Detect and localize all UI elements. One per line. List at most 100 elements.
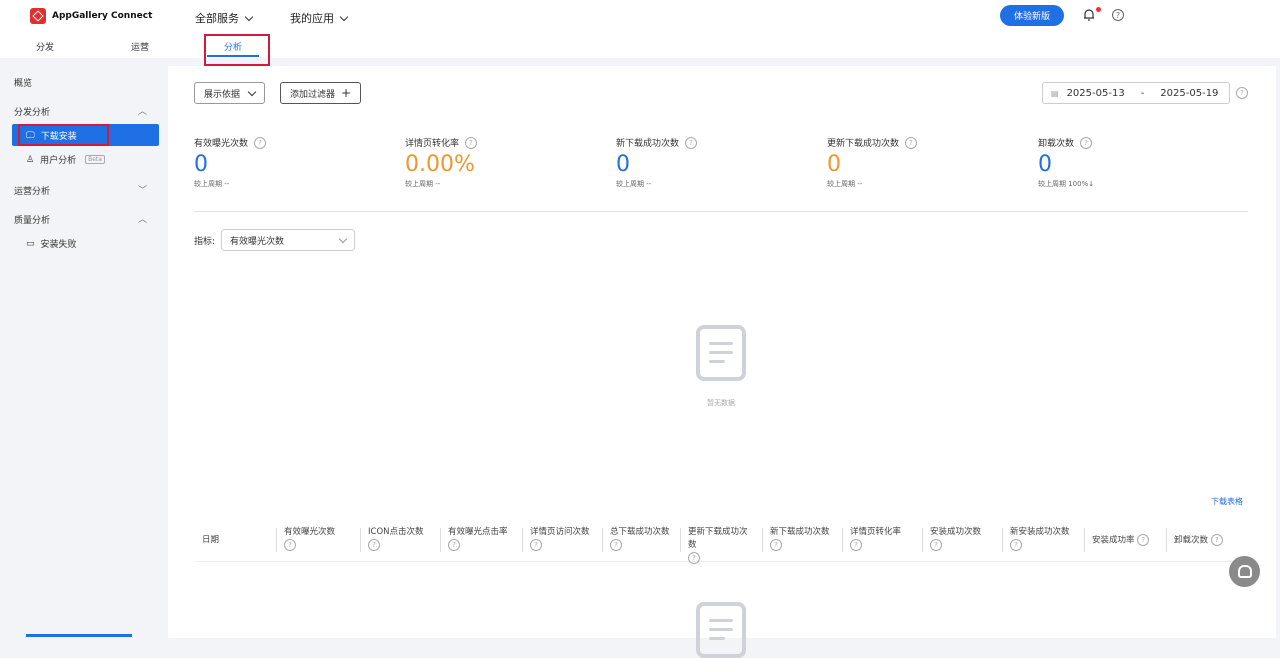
try-new-version-button[interactable]: 体验新版 — [1000, 5, 1064, 26]
brand-name: AppGallery Connect — [52, 11, 153, 21]
help-icon[interactable]: ? — [905, 136, 918, 149]
notification-bell-icon[interactable] — [1083, 8, 1095, 21]
date-end: 2025-05-19 — [1160, 87, 1219, 99]
help-icon[interactable]: ? — [930, 539, 942, 551]
help-icon[interactable]: ? — [770, 539, 782, 551]
empty-state-text: 暂无数据 — [707, 399, 735, 407]
sidebar-group-distribution[interactable]: 分发分析 — [14, 105, 50, 118]
help-icon[interactable]: ? — [1236, 87, 1248, 99]
plus-icon: + — [341, 86, 352, 100]
col-header[interactable]: ICON点击次数? — [360, 520, 440, 561]
display-by-dropdown[interactable]: 展示依据 — [194, 82, 266, 104]
metric-card: 新下载成功次数? 0 较上周期 -- — [616, 136, 816, 189]
sidebar-bottom-bar — [26, 634, 132, 637]
col-header[interactable]: 安装成功次数? — [922, 520, 1002, 561]
indicator-select[interactable]: 有效曝光次数 — [221, 229, 356, 251]
metric-label: 卸载次数 — [1038, 139, 1075, 149]
divider — [194, 211, 1248, 212]
col-date: 日期 — [202, 535, 220, 545]
col-label: 卸载次数 — [1174, 535, 1209, 546]
sidebar-item-label: 安装失败 — [40, 240, 77, 250]
chevron-down-icon — [247, 87, 257, 96]
help-icon[interactable]: ? — [850, 539, 862, 551]
col-label: ICON点击次数 — [368, 527, 424, 537]
col-header[interactable]: 安装成功率 ? — [1084, 520, 1166, 561]
metric-value: 0 — [1038, 152, 1052, 177]
help-icon[interactable]: ? — [368, 539, 380, 551]
sidebar-group-quality[interactable]: 质量分析 — [14, 213, 50, 226]
col-label: 新下载成功次数 — [770, 527, 830, 537]
metric-card: 卸载次数? 0 较上周期 100%↓ — [1038, 136, 1238, 189]
indicator-row: 指标: 有效曝光次数 — [194, 229, 356, 251]
all-services-menu[interactable]: 全部服务 — [195, 10, 254, 26]
chevron-down-icon — [338, 234, 348, 243]
col-label: 有效曝光次数 — [284, 527, 336, 537]
chevron-down-icon — [339, 12, 349, 21]
col-header[interactable]: 详情页转化率? — [842, 520, 922, 561]
metric-compare: 较上周期 -- — [616, 180, 652, 188]
sidebar-group-operations[interactable]: 运营分析 — [14, 184, 50, 197]
metric-compare: 较上周期 -- — [194, 180, 230, 188]
col-header[interactable]: 详情页访问次数? — [522, 520, 602, 561]
col-header[interactable]: 有效曝光次数? — [276, 520, 360, 561]
chevron-up-icon[interactable]: ︿ — [138, 212, 147, 225]
sidebar-item-overview[interactable]: 概览 — [14, 76, 32, 89]
col-header[interactable]: 有效曝光点击率? — [440, 520, 522, 561]
notification-dot — [1096, 7, 1101, 12]
appgallery-logo-icon — [30, 8, 46, 24]
col-header[interactable]: 卸载次数 ? — [1166, 520, 1228, 561]
metric-label: 新下载成功次数 — [616, 139, 680, 149]
main-content: 展示依据 添加过滤器 + ▤ 2025-05-13 - 2025-05-19 ? … — [168, 66, 1276, 658]
help-icon[interactable]: ? — [448, 539, 460, 551]
date-range-picker[interactable]: ▤ 2025-05-13 - 2025-05-19 — [1042, 82, 1230, 104]
chevron-down-icon — [244, 12, 254, 21]
help-icon[interactable]: ? — [254, 136, 267, 149]
metric-value: 0 — [194, 152, 208, 177]
calendar-icon: ▤ — [1051, 88, 1059, 98]
logo[interactable]: AppGallery Connect — [30, 8, 152, 24]
help-icon[interactable]: ? — [1080, 136, 1093, 149]
empty-document-icon — [696, 602, 746, 658]
download-table-link[interactable]: 下载表格 — [1211, 496, 1243, 507]
help-icon[interactable]: ? — [1112, 9, 1124, 21]
help-icon[interactable]: ? — [688, 552, 700, 564]
sidebar-item-install-fail[interactable]: ▭ 安装失败 — [26, 237, 77, 251]
metric-compare: 较上周期 100%↓ — [1038, 180, 1095, 188]
install-fail-icon: ▭ — [26, 238, 35, 249]
indicator-label: 指标: — [194, 236, 216, 247]
metric-card: 有效曝光次数? 0 较上周期 -- — [194, 136, 394, 189]
my-apps-menu[interactable]: 我的应用 — [290, 10, 349, 26]
col-header[interactable]: 新下载成功次数? — [762, 520, 842, 561]
col-label: 安装成功率 — [1092, 535, 1135, 546]
chevron-up-icon[interactable]: ︿ — [138, 104, 147, 117]
add-filter-button[interactable]: 添加过滤器 + — [280, 82, 362, 104]
col-label: 安装成功次数 — [930, 527, 982, 537]
metric-compare: 较上周期 -- — [827, 180, 863, 188]
customer-service-icon[interactable] — [1229, 556, 1260, 587]
tab-operate[interactable]: 运营 — [131, 40, 149, 53]
metric-value: 0 — [616, 152, 630, 177]
date-separator: - — [1140, 87, 1145, 99]
col-label: 新安装成功次数 — [1010, 527, 1070, 537]
sidebar-item-user-analysis[interactable]: ♙ 用户分析 Beta — [26, 153, 105, 166]
help-icon[interactable]: ? — [530, 539, 542, 551]
beta-badge: Beta — [85, 155, 105, 164]
help-icon[interactable]: ? — [685, 136, 698, 149]
metric-label: 有效曝光次数 — [194, 139, 249, 149]
help-icon[interactable]: ? — [1210, 534, 1223, 546]
metric-label: 详情页转化率 — [405, 139, 460, 149]
display-by-label: 展示依据 — [204, 89, 241, 100]
metric-compare: 较上周期 -- — [405, 180, 441, 188]
help-icon[interactable]: ? — [465, 136, 478, 149]
col-label: 有效曝光点击率 — [448, 527, 508, 537]
col-header[interactable]: 总下载成功次数? — [602, 520, 680, 561]
col-header[interactable]: 更新下载成功次数? — [680, 520, 762, 564]
col-header[interactable]: 新安装成功次数? — [1002, 520, 1084, 561]
tab-distribute[interactable]: 分发 — [36, 40, 54, 53]
chevron-down-icon[interactable]: ﹀ — [138, 183, 147, 196]
help-icon[interactable]: ? — [610, 539, 622, 551]
help-icon[interactable]: ? — [1137, 534, 1150, 546]
help-icon[interactable]: ? — [1010, 539, 1022, 551]
my-apps-label: 我的应用 — [290, 12, 334, 25]
help-icon[interactable]: ? — [284, 539, 296, 551]
